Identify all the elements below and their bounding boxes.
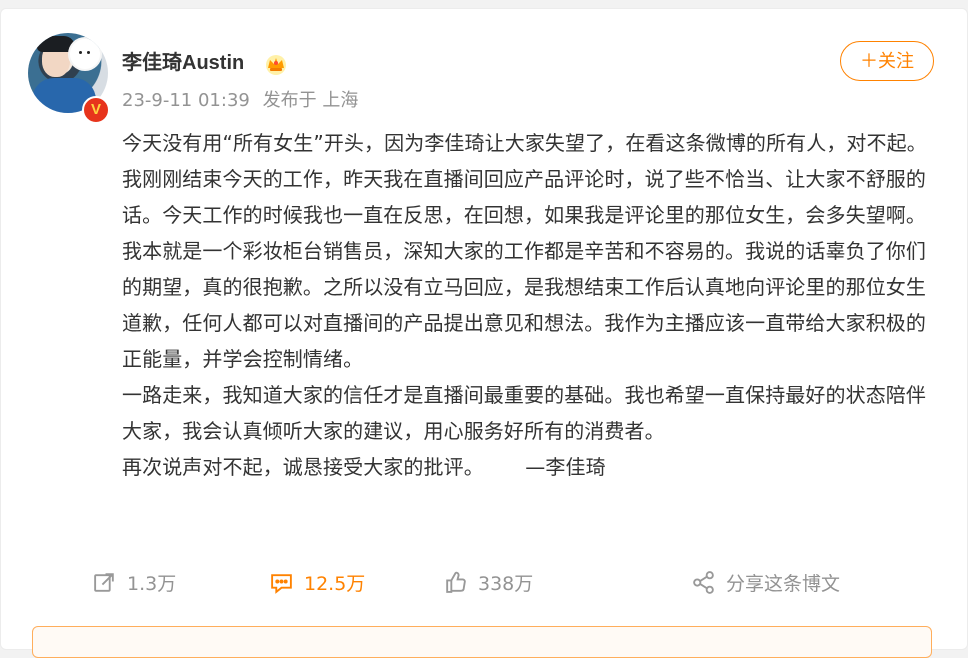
crown-icon [266, 55, 286, 75]
follow-button[interactable]: ＋关注 [840, 41, 934, 81]
post-content: 今天没有用“所有女生”开头，因为李佳琦让大家失望了，在看这条微博的所有人，对不起… [122, 125, 942, 485]
repost-count: 1.3万 [127, 572, 177, 595]
share-icon [693, 570, 714, 594]
comment-input-area[interactable] [32, 626, 932, 658]
repost-button[interactable]: 1.3万 [92, 568, 176, 596]
post-paragraph: 今天没有用“所有女生”开头，因为李佳琦让大家失望了，在看这条微博的所有人，对不起… [122, 131, 927, 155]
comment-button[interactable]: 12.5万 [269, 568, 365, 596]
post-paragraph: 我本就是一个彩妆柜台销售员，深知大家的工作都是辛苦和不容易的。我说的话辜负了你们… [122, 239, 926, 371]
like-button[interactable]: 338万 [443, 568, 533, 596]
post-paragraph: 一路走来，我知道大家的信任才是直播间最重要的基础。我也希望一直保持最好的状态陪伴… [122, 383, 926, 443]
share-button[interactable]: 分享这条博文 [691, 568, 840, 596]
repost-icon [94, 572, 114, 592]
post-location: 发布于 上海 [262, 90, 359, 111]
like-icon [446, 571, 466, 593]
comment-icon [271, 573, 292, 594]
verified-badge: V [82, 96, 110, 124]
avatar-hair [37, 36, 75, 52]
avatar-dog [70, 39, 100, 69]
share-label: 分享这条博文 [726, 572, 841, 595]
author-name[interactable]: 李佳琦Austin [122, 49, 244, 77]
post-final-line: 再次说声对不起，诚恳接受大家的批评。 —李佳琦 [122, 449, 942, 485]
comment-count: 12.5万 [304, 572, 366, 595]
post-timestamp[interactable]: 23-9-11 01:39 [122, 90, 250, 111]
post-meta: 23-9-11 01:39 发布于 上海 [122, 89, 365, 113]
post-actions: 1.3万 12.5万 338万 分享这条博文 [1, 560, 967, 602]
post-paragraph: 我刚刚结束今天的工作，昨天我在直播间回应产品评论时，说了些不恰当、让大家不舒服的… [122, 167, 926, 227]
weibo-post-card: V 李佳琦Austin 23-9-11 01:39 发布于 上海 ＋关注 今天没… [0, 8, 968, 658]
like-count: 338万 [478, 572, 534, 595]
post-final-sentence: 再次说声对不起，诚恳接受大家的批评。 [122, 455, 484, 479]
post-signoff: —李佳琦 [525, 455, 606, 479]
